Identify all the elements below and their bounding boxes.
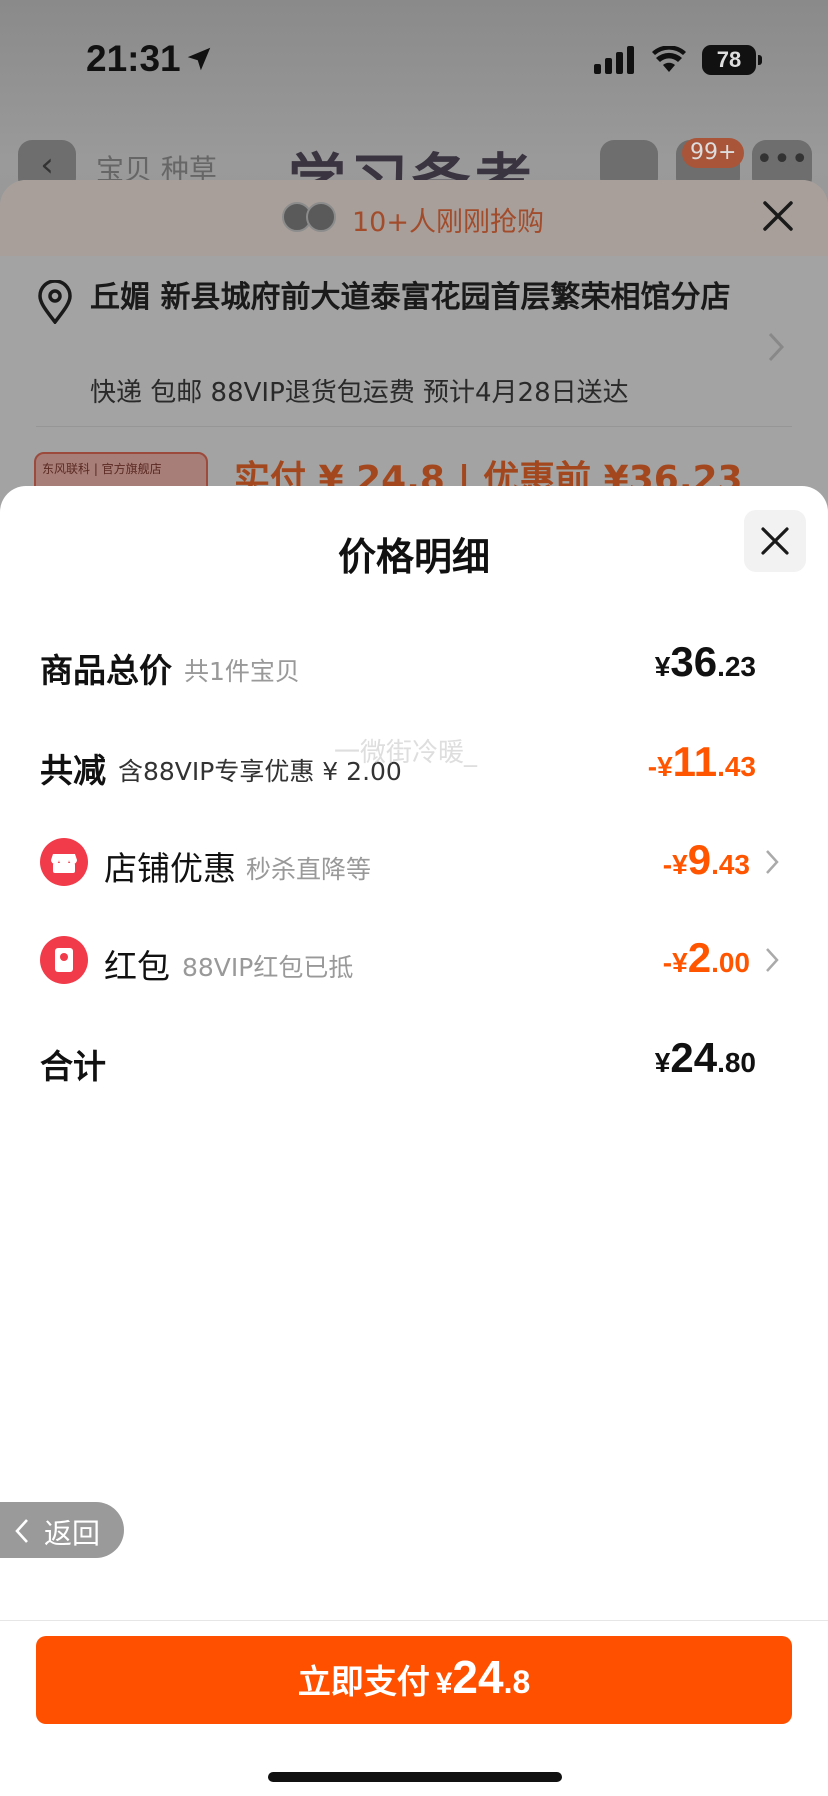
row-amount: ¥24.80 bbox=[654, 1034, 756, 1081]
close-button[interactable] bbox=[744, 510, 806, 572]
pay-amount-dec: .8 bbox=[503, 1664, 531, 1700]
buyer-avatars bbox=[282, 202, 340, 234]
row-label: 店铺优惠 bbox=[104, 849, 236, 888]
rush-text: 10+人刚刚抢购 bbox=[352, 207, 544, 238]
close-icon bbox=[763, 201, 793, 231]
rush-banner: 10+人刚刚抢购 bbox=[0, 180, 828, 256]
price-row-total-goods: 商品总价 共1件宝贝 ¥36.23 bbox=[0, 634, 828, 694]
row-label: 商品总价 bbox=[40, 651, 172, 690]
location-pin-icon bbox=[38, 280, 72, 324]
pay-now-button[interactable]: 立即支付 ¥24.8 bbox=[36, 1636, 792, 1724]
home-indicator bbox=[268, 1772, 562, 1782]
battery-icon: 78 bbox=[702, 45, 762, 75]
price-detail-sheet: 价格明细 商品总价 共1件宝贝 ¥36.23 共减 含88VIP专享优惠 ¥ 2… bbox=[0, 486, 828, 1796]
shipping-address: 丘媚 新县城府前大道泰富花园首层繁荣相馆分店 bbox=[90, 280, 731, 315]
row-sub: 秒杀直降等 bbox=[246, 855, 372, 884]
chevron-right-icon bbox=[768, 332, 785, 362]
price-row-shop-discount[interactable]: 店铺优惠 秒杀直降等 -¥9.43 bbox=[0, 832, 828, 892]
delivery-info: 快递 包邮 88VIP退货包运费 预计4月28日送达 bbox=[90, 378, 629, 408]
divider bbox=[36, 426, 792, 427]
shop-badge: 东风联科 | 官方旗舰店 bbox=[42, 462, 162, 476]
order-sheet: 10+人刚刚抢购 丘媚 新县城府前大道泰富花园首层繁荣相馆分店 快递 包邮 88… bbox=[0, 180, 828, 532]
cellular-signal-icon bbox=[594, 46, 634, 74]
row-label: 共减 bbox=[40, 751, 106, 790]
row-sub: 共1件宝贝 bbox=[184, 657, 300, 686]
chevron-right-icon bbox=[766, 948, 779, 972]
back-button[interactable]: 返回 bbox=[0, 1502, 124, 1558]
cart-badge: 99+ bbox=[682, 138, 745, 168]
chevron-left-icon bbox=[15, 1519, 28, 1543]
watermark: 一微街冷暖_ bbox=[334, 738, 478, 768]
shop-icon bbox=[40, 838, 88, 886]
status-bar: 21:31 78 bbox=[0, 0, 828, 120]
row-amount: -¥9.43 bbox=[662, 836, 750, 883]
divider bbox=[0, 1620, 828, 1621]
pay-label: 立即支付 bbox=[297, 1662, 430, 1701]
sheet-title: 价格明细 bbox=[337, 535, 490, 579]
price-row-red-envelope[interactable]: 红包 88VIP红包已抵 -¥2.00 bbox=[0, 930, 828, 990]
row-label: 红包 bbox=[104, 947, 170, 986]
row-amount: -¥11.43 bbox=[647, 738, 756, 785]
wifi-icon bbox=[652, 46, 686, 72]
chevron-right-icon bbox=[766, 850, 779, 874]
row-sub: 88VIP红包已抵 bbox=[182, 953, 354, 982]
avatar bbox=[306, 202, 336, 232]
price-row-grand-total: 合计 ¥24.80 bbox=[0, 1030, 828, 1090]
red-envelope-icon bbox=[40, 936, 88, 984]
pay-currency: ¥ bbox=[435, 1667, 453, 1700]
row-label: 合计 bbox=[40, 1047, 106, 1086]
row-amount: -¥2.00 bbox=[662, 934, 750, 981]
back-label: 返回 bbox=[44, 1517, 101, 1550]
status-time: 21:31 bbox=[86, 38, 181, 79]
pay-amount-int: 24 bbox=[452, 1651, 504, 1703]
row-amount: ¥36.23 bbox=[654, 638, 756, 685]
close-icon bbox=[761, 527, 789, 555]
location-arrow-icon bbox=[187, 47, 211, 71]
